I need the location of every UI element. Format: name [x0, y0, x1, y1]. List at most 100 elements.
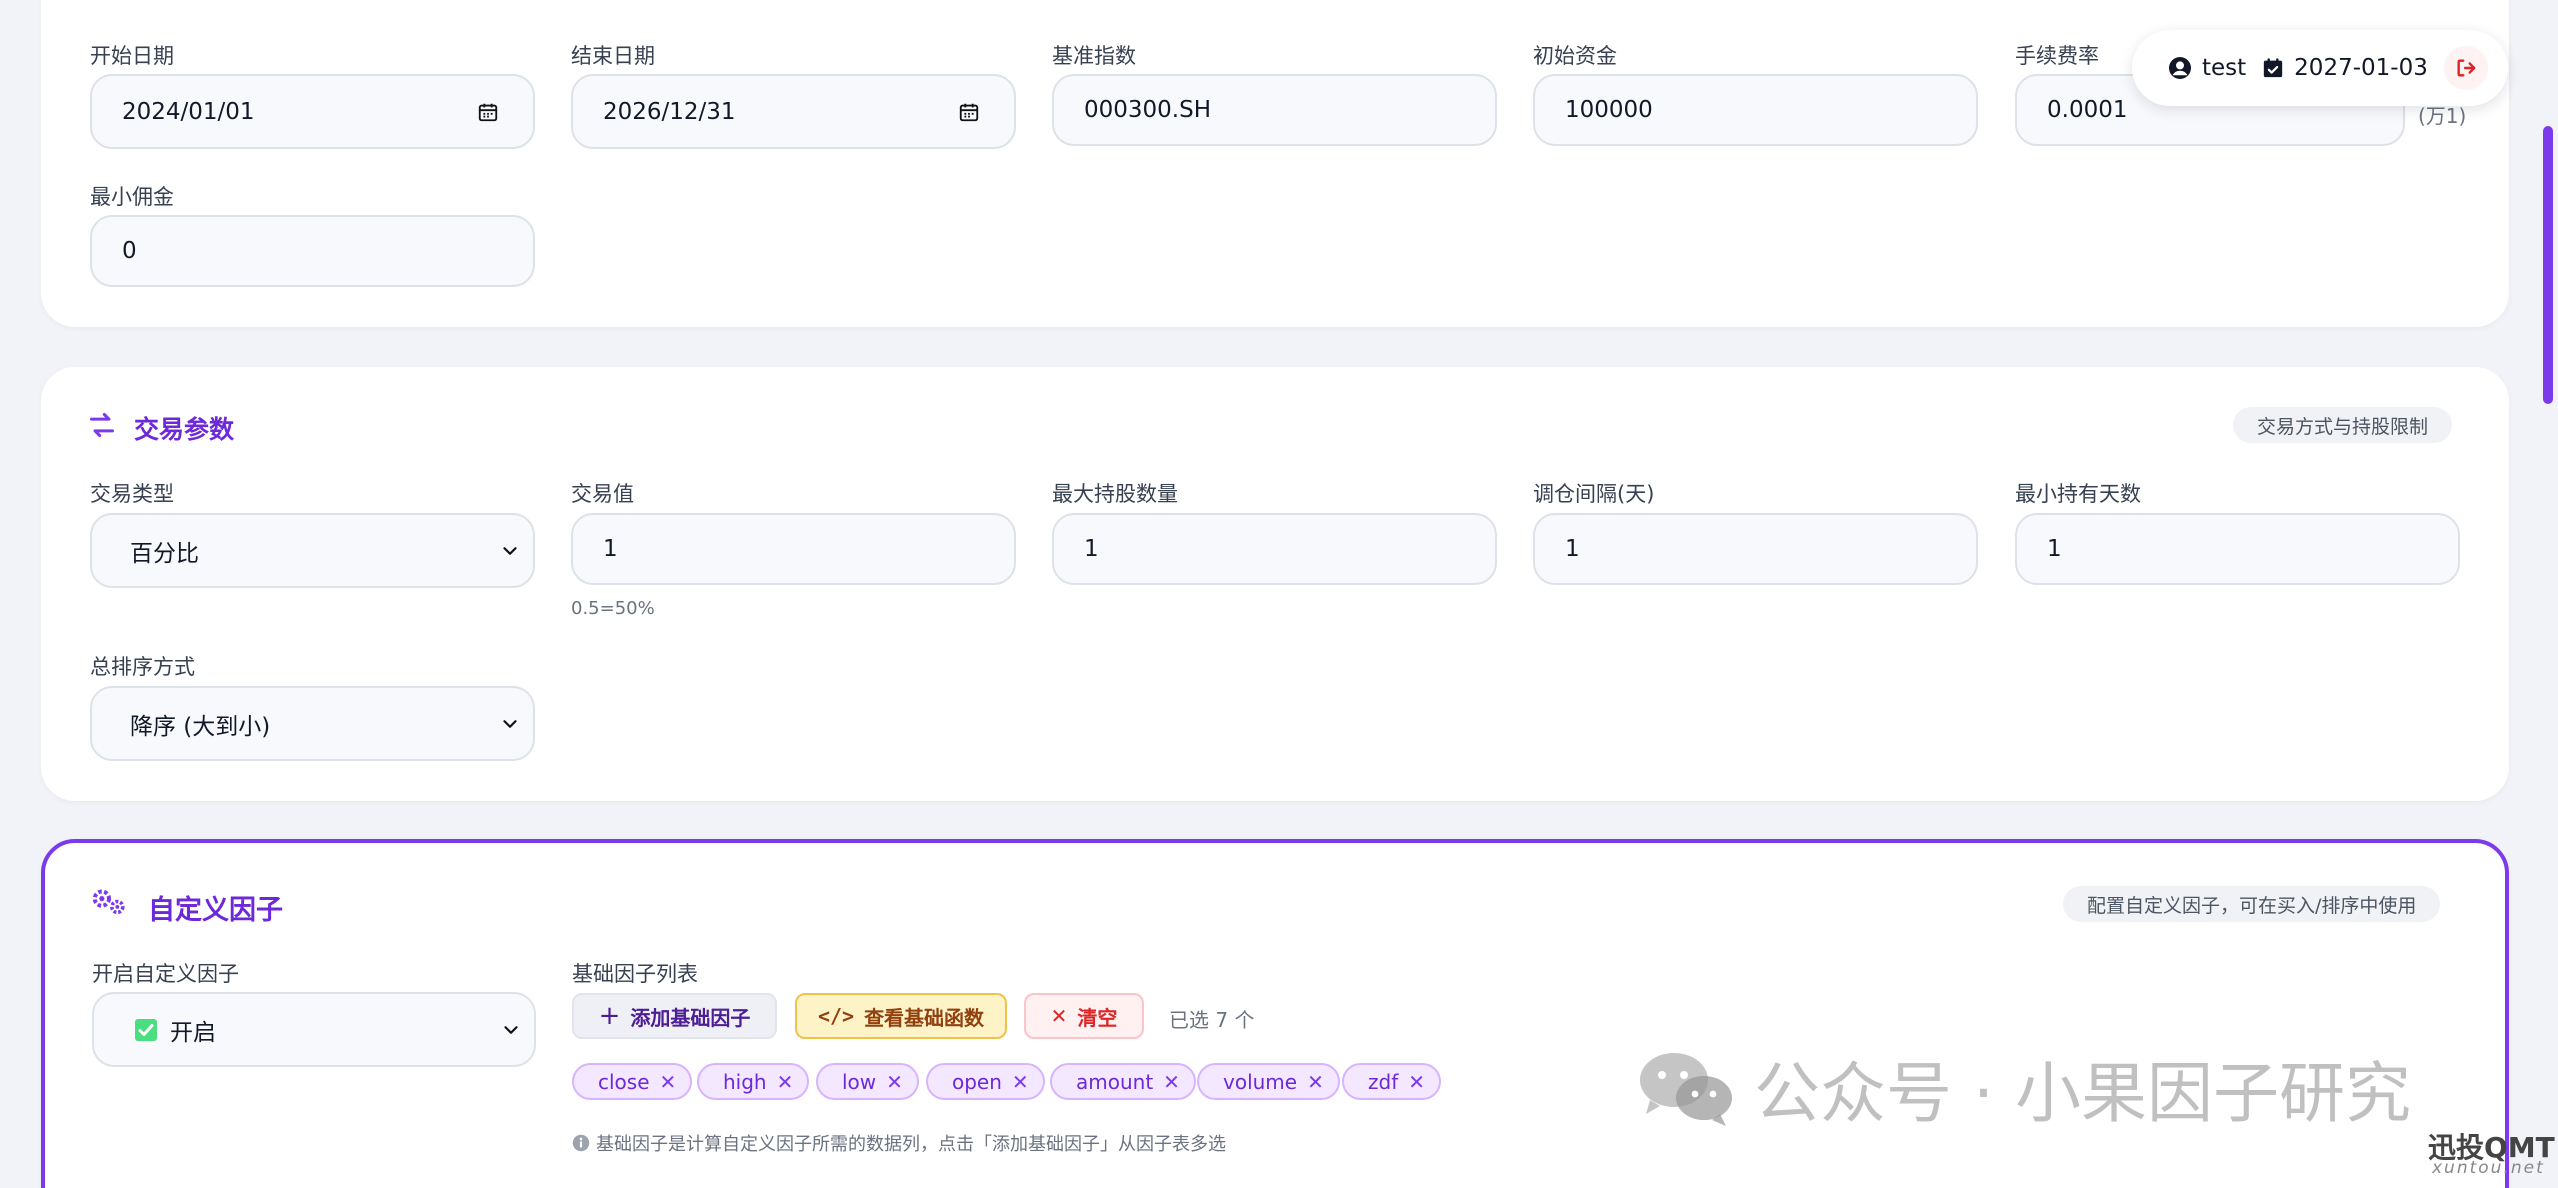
wechat-watermark: 公众号 · 小果因子研究 [1636, 1040, 2411, 1136]
domain-watermark: xuntou.net [2432, 1158, 2545, 1178]
end-date-input[interactable]: 2026/12/31 [571, 74, 1016, 149]
info-icon [572, 1134, 590, 1152]
close-icon: ✕ [1050, 1004, 1068, 1028]
gears-icon [92, 889, 125, 915]
initial-capital-label: 初始资金 [1533, 44, 1617, 68]
commission-label: 手续费率 [2015, 44, 2099, 68]
trade-params-title: 交易参数 [134, 415, 235, 444]
calendar-check-icon [2264, 58, 2283, 78]
chip-label: amount [1076, 1069, 1154, 1094]
trade-value-value: 1 [603, 536, 618, 562]
scrollbar-thumb[interactable] [2543, 126, 2553, 404]
trade-params-note: 交易方式与持股限制 [2233, 407, 2453, 443]
chevron-down-icon [504, 1025, 518, 1034]
logout-button[interactable] [2444, 46, 2488, 90]
enable-factor-select[interactable]: 开启 [92, 992, 536, 1067]
enable-factor-value: 开启 [170, 1019, 216, 1046]
logout-icon [2457, 59, 2476, 77]
checkbox-checked-icon [135, 1018, 157, 1041]
initial-capital-value: 100000 [1565, 97, 1653, 123]
chip-label: volume [1223, 1069, 1298, 1094]
plus-icon: + [598, 1001, 621, 1031]
remove-icon[interactable]: ✕ [886, 1070, 903, 1094]
min-hold-days-value: 1 [2047, 536, 2062, 562]
end-date-label: 结束日期 [571, 44, 655, 68]
factor-chip-low[interactable]: low ✕ [816, 1063, 919, 1100]
start-date-value: 2024/01/01 [122, 98, 255, 125]
chevron-down-icon [503, 719, 517, 728]
page: 开始日期 2024/01/01 结束日期 2026/12/31 基准指数 000… [0, 0, 2558, 1188]
benchmark-value: 000300.SH [1084, 97, 1212, 123]
factor-chip-high[interactable]: high ✕ [697, 1063, 810, 1100]
base-factor-info: 基础因子是计算自定义因子所需的数据列，点击「添加基础因子」从因子表多选 [572, 1130, 1226, 1156]
chevron-down-icon [503, 546, 517, 555]
min-hold-days-label: 最小持有天数 [2015, 482, 2141, 506]
commission-value: 0.0001 [2047, 97, 2128, 123]
factor-chip-open[interactable]: open ✕ [926, 1063, 1045, 1100]
add-base-factor-button[interactable]: + 添加基础因子 [572, 993, 777, 1039]
factor-chip-volume[interactable]: volume ✕ [1197, 1063, 1340, 1100]
chip-label: open [952, 1069, 1002, 1094]
trade-value-label: 交易值 [571, 482, 634, 506]
rebalance-interval-value: 1 [1565, 536, 1580, 562]
start-date-label: 开始日期 [90, 44, 174, 68]
selected-count: 已选 7 个 [1169, 1008, 1255, 1032]
max-holdings-value: 1 [1084, 536, 1099, 562]
user-circle-icon [2169, 57, 2191, 79]
trade-value-input[interactable]: 1 [571, 513, 1016, 585]
enable-factor-label: 开启自定义因子 [92, 962, 239, 986]
clear-label: 清空 [1077, 1005, 1118, 1030]
swap-arrows-icon [89, 412, 115, 438]
trade-type-label: 交易类型 [90, 482, 174, 506]
benchmark-input[interactable]: 000300.SH [1052, 74, 1497, 146]
remove-icon[interactable]: ✕ [1307, 1070, 1324, 1094]
initial-capital-input[interactable]: 100000 [1533, 74, 1978, 146]
view-base-functions-button[interactable]: </> 查看基础函数 [795, 993, 1007, 1039]
chip-label: zdf [1368, 1069, 1399, 1094]
user-info-pill: test 2027-01-03 [2132, 30, 2508, 106]
custom-factor-title: 自定义因子 [148, 895, 283, 926]
base-factor-info-text: 基础因子是计算自定义因子所需的数据列，点击「添加基础因子」从因子表多选 [596, 1134, 1226, 1155]
factor-chip-close[interactable]: close ✕ [572, 1063, 693, 1100]
sort-order-value: 降序 (大到小) [130, 713, 271, 740]
calendar-icon[interactable] [477, 101, 499, 123]
chip-label: close [598, 1069, 650, 1094]
chip-label: high [723, 1069, 767, 1094]
user-name: test [2202, 55, 2247, 81]
remove-icon[interactable]: ✕ [777, 1070, 794, 1094]
max-holdings-label: 最大持股数量 [1052, 482, 1178, 506]
add-base-factor-label: 添加基础因子 [630, 1005, 751, 1030]
user-date-group: 2027-01-03 [2262, 55, 2428, 81]
custom-factor-note: 配置自定义因子，可在买入/排序中使用 [2063, 886, 2441, 922]
clear-button[interactable]: ✕ 清空 [1024, 993, 1144, 1039]
max-holdings-input[interactable]: 1 [1052, 513, 1497, 585]
trade-value-hint: 0.5=50% [571, 598, 655, 619]
min-commission-value: 0 [122, 238, 137, 264]
min-commission-input[interactable]: 0 [90, 215, 535, 287]
base-factor-list-label: 基础因子列表 [572, 962, 698, 986]
sort-order-select[interactable]: 降序 (大到小) [90, 686, 535, 761]
rebalance-interval-input[interactable]: 1 [1533, 513, 1978, 585]
remove-icon[interactable]: ✕ [1163, 1070, 1180, 1094]
rebalance-interval-label: 调仓间隔(天) [1533, 482, 1655, 506]
remove-icon[interactable]: ✕ [1408, 1070, 1425, 1094]
benchmark-label: 基准指数 [1052, 44, 1136, 68]
wechat-icon [1640, 1053, 1732, 1126]
watermark-text: 公众号 · 小果因子研究 [1754, 1055, 2411, 1132]
factor-chip-amount[interactable]: amount ✕ [1050, 1063, 1196, 1100]
view-base-functions-label: 查看基础函数 [864, 1005, 985, 1030]
remove-icon[interactable]: ✕ [1012, 1070, 1029, 1094]
chip-label: low [842, 1069, 877, 1094]
trade-type-select[interactable]: 百分比 [90, 513, 535, 588]
start-date-input[interactable]: 2024/01/01 [90, 74, 535, 149]
user-name-group[interactable]: test [2168, 55, 2246, 81]
remove-icon[interactable]: ✕ [660, 1070, 677, 1094]
end-date-value: 2026/12/31 [603, 98, 736, 125]
min-commission-label: 最小佣金 [90, 185, 174, 209]
min-hold-days-input[interactable]: 1 [2015, 513, 2460, 585]
user-date: 2027-01-03 [2294, 55, 2428, 81]
code-icon: </> [817, 1004, 855, 1028]
factor-chip-zdf[interactable]: zdf ✕ [1342, 1063, 1441, 1100]
calendar-icon[interactable] [958, 101, 980, 123]
sort-order-label: 总排序方式 [90, 655, 195, 679]
